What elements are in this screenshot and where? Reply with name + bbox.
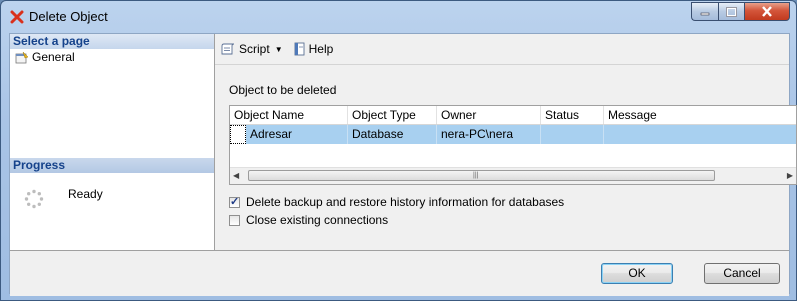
cancel-button[interactable]: Cancel	[704, 263, 780, 284]
delete-backup-history-checkbox[interactable]: Delete backup and restore history inform…	[229, 195, 564, 209]
objects-grid[interactable]: Object Name Object Type Owner Status Mes…	[229, 105, 797, 185]
minimize-button[interactable]	[691, 2, 718, 21]
close-button[interactable]	[744, 2, 790, 21]
scrollbar-thumb[interactable]: |||	[248, 170, 715, 181]
column-header-object-name[interactable]: Object Name	[230, 106, 348, 124]
column-header-message[interactable]: Message	[604, 106, 796, 124]
ok-button[interactable]: OK	[601, 263, 673, 284]
script-button[interactable]: Script ▼	[221, 42, 287, 56]
row-selector[interactable]	[230, 125, 246, 144]
object-name-value: Adresar	[250, 127, 293, 141]
close-icon	[762, 6, 772, 17]
progress-section: Progress Ready	[10, 158, 214, 250]
toolbar: Script ▼ Help	[215, 34, 789, 65]
progress-header: Progress	[10, 158, 214, 173]
window-controls	[691, 2, 790, 22]
column-header-object-type[interactable]: Object Type	[348, 106, 437, 124]
dialog-client-area: Select a page General Progress Ready Scr…	[9, 33, 797, 296]
table-row[interactable]: Adresar Database nera-PC\nera	[230, 125, 796, 144]
general-page-icon	[15, 51, 29, 63]
delete-x-icon	[10, 10, 24, 24]
checkbox-unchecked[interactable]	[229, 214, 240, 226]
dialog-window: Delete Object Select a page General Prog…	[0, 0, 797, 301]
title-bar[interactable]: Delete Object	[1, 1, 796, 33]
cell-status	[541, 125, 604, 144]
scroll-left-icon[interactable]: ◀	[233, 171, 239, 180]
column-header-status[interactable]: Status	[541, 106, 604, 124]
page-item-general[interactable]: General	[10, 49, 214, 65]
cell-owner: nera-PC\nera	[437, 125, 541, 144]
horizontal-scrollbar[interactable]: ◀ ||| ▶	[230, 167, 796, 184]
button-bar: OK Cancel	[10, 250, 789, 296]
script-icon	[221, 43, 235, 55]
column-header-owner[interactable]: Owner	[437, 106, 541, 124]
help-icon	[294, 42, 305, 56]
window-title: Delete Object	[29, 9, 108, 24]
grid-header-row: Object Name Object Type Owner Status Mes…	[230, 106, 796, 125]
scroll-right-icon[interactable]: ▶	[787, 171, 793, 180]
cell-object-type: Database	[348, 125, 437, 144]
main-panel: Script ▼ Help Object to be deleted Objec…	[215, 34, 797, 250]
cell-message	[604, 125, 796, 144]
objects-section-label: Object to be deleted	[229, 83, 337, 97]
help-label: Help	[308, 42, 334, 56]
scroll-grip-icon: |||	[473, 172, 479, 179]
progress-status: Ready	[68, 187, 103, 201]
script-dropdown-icon[interactable]: ▼	[275, 45, 283, 54]
close-connections-checkbox[interactable]: Close existing connections	[229, 213, 388, 227]
select-page-header: Select a page	[10, 34, 214, 49]
help-button[interactable]: Help	[293, 42, 334, 56]
checkbox-label: Delete backup and restore history inform…	[246, 195, 565, 209]
script-label: Script	[239, 42, 270, 56]
maximize-icon	[726, 6, 737, 17]
checkbox-label: Close existing connections	[246, 213, 389, 227]
page-item-label: General	[32, 50, 75, 64]
cell-object-name: Adresar	[230, 125, 348, 144]
maximize-button[interactable]	[718, 2, 744, 21]
progress-spinner-icon	[24, 189, 44, 209]
minimize-icon	[700, 12, 710, 15]
checkbox-checked[interactable]	[229, 195, 240, 208]
left-panel: Select a page General Progress Ready	[10, 34, 215, 250]
